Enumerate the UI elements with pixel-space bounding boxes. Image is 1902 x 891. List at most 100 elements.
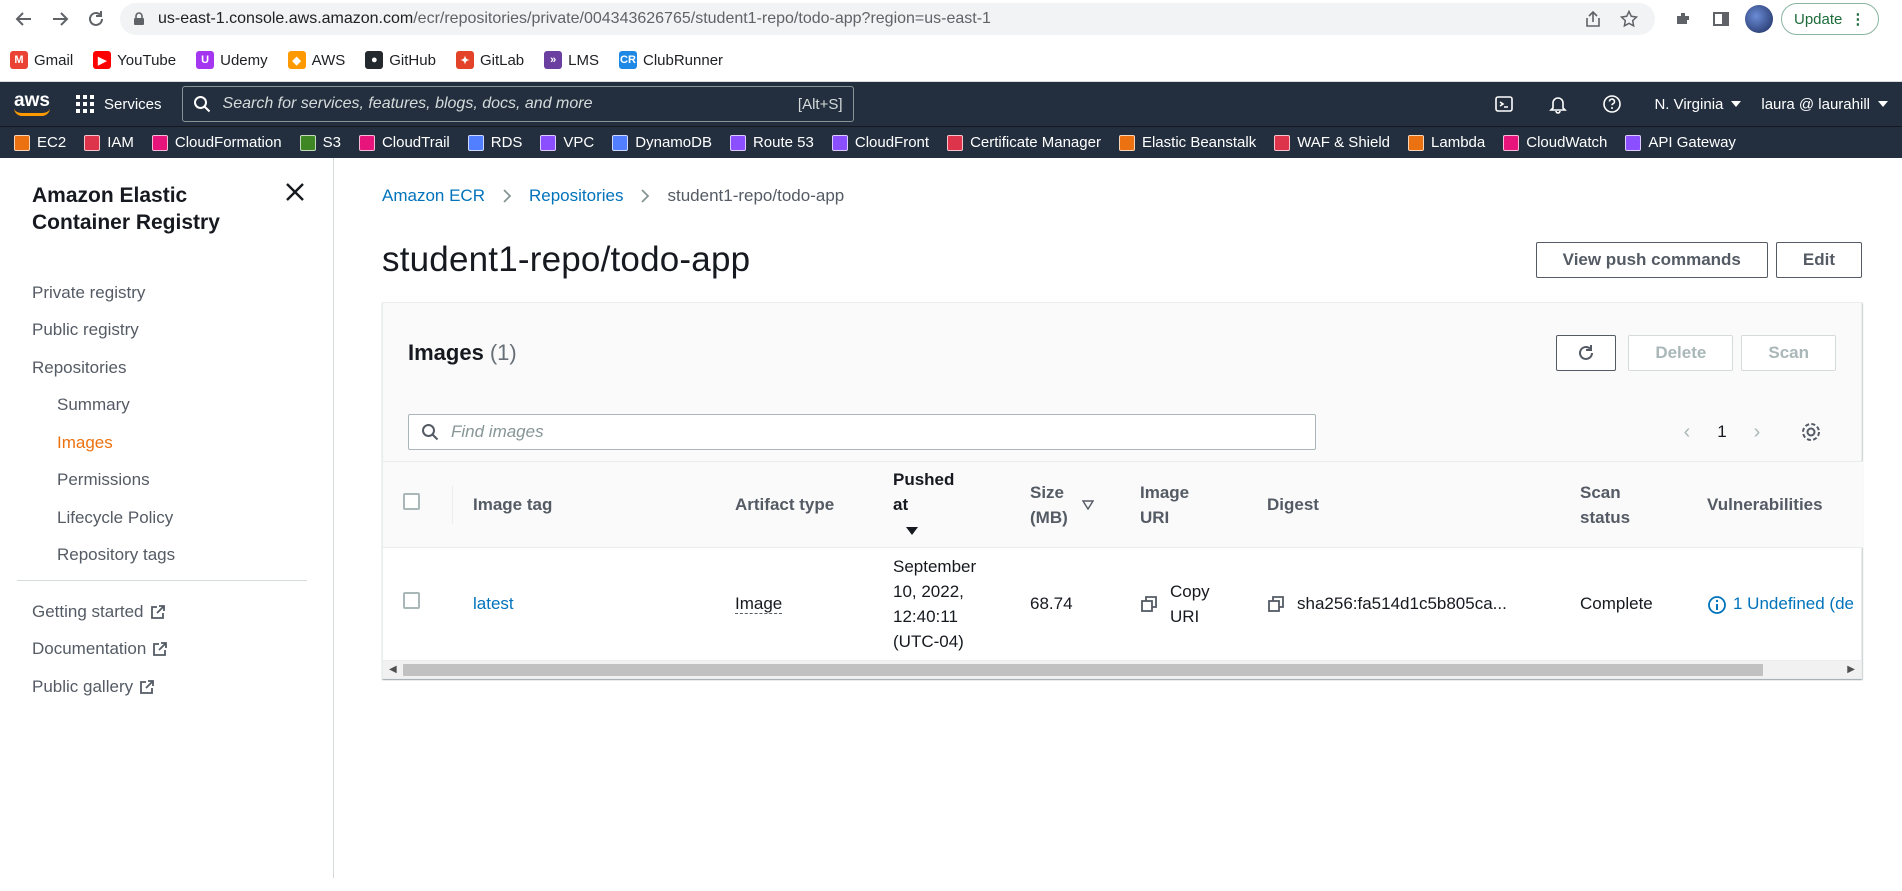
favorite-ec2[interactable]: EC2 <box>14 134 66 151</box>
refresh-icon <box>1579 345 1594 360</box>
sidebar-link-public-gallery[interactable]: Public gallery <box>0 668 333 706</box>
favorite-rds[interactable]: RDS <box>467 134 522 151</box>
cloudshell-icon[interactable] <box>1482 94 1526 114</box>
vulnerabilities-details-link[interactable]: (de <box>1829 594 1854 613</box>
edit-button[interactable]: Edit <box>1775 242 1862 278</box>
favorite-s3[interactable]: S3 <box>299 134 341 151</box>
col-vulnerabilities[interactable]: Vulnerabilities <box>1687 461 1863 548</box>
col-scan-status[interactable]: Scan status <box>1560 461 1687 548</box>
side-panel-icon[interactable] <box>1705 3 1737 35</box>
find-images-input[interactable]: Find images <box>408 414 1316 450</box>
pagination: ‹ 1 › <box>1672 421 1772 444</box>
aws-logo[interactable]: aws <box>14 89 56 119</box>
notifications-bell-icon[interactable] <box>1536 94 1580 114</box>
sidebar-item-images[interactable]: Images <box>0 424 333 462</box>
copy-icon <box>1141 595 1157 612</box>
sidebar-item-public-registry[interactable]: Public registry <box>0 312 333 350</box>
col-image-tag[interactable]: Image tag <box>453 461 715 548</box>
sidebar-link-getting-started[interactable]: Getting started <box>0 593 333 631</box>
bookmark-clubrunner[interactable]: CR ClubRunner <box>619 51 723 69</box>
pushed-at: September 10, 2022, 12:40:11 (UTC-04) <box>893 556 977 651</box>
sidebar-item-lifecycle-policy[interactable]: Lifecycle Policy <box>0 499 333 537</box>
sidebar-item-permissions[interactable]: Permissions <box>0 462 333 500</box>
services-menu[interactable]: Services <box>76 95 162 113</box>
scan-button[interactable]: Scan <box>1741 335 1836 371</box>
row-checkbox[interactable] <box>403 592 420 610</box>
images-table: Image tag Artifact type Pushed at Size (… <box>383 461 1863 660</box>
col-image-uri[interactable]: Image URI <box>1120 461 1247 548</box>
favorite-iam[interactable]: IAM <box>84 134 134 151</box>
scrollbar-thumb[interactable] <box>403 663 1763 676</box>
gmail-icon: M <box>10 51 28 69</box>
region-selector[interactable]: N. Virginia <box>1654 96 1742 113</box>
sidebar-link-documentation[interactable]: Documentation <box>0 631 333 669</box>
select-all-checkbox[interactable] <box>403 493 420 510</box>
sidebar-item-summary[interactable]: Summary <box>0 387 333 425</box>
vulnerabilities-link[interactable]: 1 Undefined <box>1733 594 1825 613</box>
delete-button[interactable]: Delete <box>1628 335 1734 371</box>
page-title: student1-repo/todo-app <box>382 240 751 279</box>
address-bar[interactable]: us-east-1.console.aws.amazon.com/ecr/rep… <box>120 3 1655 35</box>
bookmark-gitlab[interactable]: ✦ GitLab <box>455 51 524 69</box>
view-push-commands-button[interactable]: View push commands <box>1535 242 1768 278</box>
bookmark-lms[interactable]: » LMS <box>544 51 599 69</box>
forward-icon[interactable] <box>44 3 76 35</box>
sidebar-item-repository-tags[interactable]: Repository tags <box>0 537 333 575</box>
s3-service-icon <box>299 134 316 151</box>
help-icon[interactable] <box>1590 94 1634 114</box>
col-artifact-type[interactable]: Artifact type <box>715 461 873 548</box>
col-digest[interactable]: Digest <box>1247 461 1560 548</box>
favorite-vpc[interactable]: VPC <box>540 134 594 151</box>
favorite-cloudformation[interactable]: CloudFormation <box>151 134 282 151</box>
reload-icon[interactable] <box>80 3 112 35</box>
bookmark-youtube[interactable]: ▶ YouTube <box>93 51 176 69</box>
profile-avatar[interactable] <box>1745 5 1773 33</box>
sidebar-item-private-registry[interactable]: Private registry <box>0 274 333 312</box>
chevron-left-icon[interactable]: ‹ <box>1672 421 1702 444</box>
favorite-route-53[interactable]: Route 53 <box>729 134 814 151</box>
extensions-icon[interactable] <box>1667 3 1699 35</box>
back-icon[interactable] <box>8 3 40 35</box>
image-tag-link[interactable]: latest <box>473 594 514 613</box>
breadcrumb-amazon-ecr[interactable]: Amazon ECR <box>382 186 485 206</box>
favorite-cloudwatch[interactable]: CloudWatch <box>1503 134 1607 151</box>
page-number[interactable]: 1 <box>1702 422 1742 442</box>
account-menu[interactable]: laura @ laurahill <box>1761 96 1888 113</box>
bookmark-udemy[interactable]: U Udemy <box>196 51 268 69</box>
bookmark-gmail[interactable]: M Gmail <box>10 51 73 69</box>
chevron-right-icon <box>502 188 512 204</box>
update-button[interactable]: Update ⋮ <box>1781 3 1880 35</box>
scroll-right-icon[interactable]: ▶ <box>1847 664 1855 675</box>
favorite-api-gateway[interactable]: API Gateway <box>1625 134 1736 151</box>
favorite-cloudtrail[interactable]: CloudTrail <box>358 134 450 151</box>
bookmark-star-icon[interactable] <box>1615 5 1643 33</box>
col-size[interactable]: Size (MB) <box>1010 461 1120 548</box>
iam-service-icon <box>84 134 101 151</box>
close-icon[interactable] <box>283 180 307 204</box>
favorite-elastic-beanstalk[interactable]: Elastic Beanstalk <box>1118 134 1256 151</box>
ec2-service-icon <box>14 134 30 151</box>
copy-uri-button[interactable]: Copy URI <box>1140 579 1227 629</box>
gear-icon[interactable] <box>1800 421 1822 443</box>
favorite-lambda[interactable]: Lambda <box>1408 134 1485 151</box>
horizontal-scrollbar[interactable]: ◀ ▶ <box>383 659 1861 678</box>
favorite-cloudfront[interactable]: CloudFront <box>831 134 929 151</box>
breadcrumb-repositories[interactable]: Repositories <box>529 186 624 206</box>
sidebar-item-repositories[interactable]: Repositories <box>0 349 333 387</box>
aws-search-input[interactable]: Search for services, features, blogs, do… <box>181 86 854 122</box>
sort-icon <box>1082 499 1094 510</box>
artifact-type[interactable]: Image <box>735 594 783 615</box>
scroll-left-icon[interactable]: ◀ <box>389 664 397 675</box>
favorite-dynamodb[interactable]: DynamoDB <box>612 134 712 151</box>
refresh-button[interactable] <box>1556 335 1617 371</box>
bookmark-aws[interactable]: ◆ AWS <box>287 51 345 69</box>
favorite-waf-shield[interactable]: WAF & Shield <box>1274 134 1390 151</box>
copy-digest-button[interactable]: sha256:fa514d1c5b805ca... <box>1267 591 1540 616</box>
chevron-right-icon[interactable]: › <box>1742 421 1772 444</box>
images-panel: Images (1) Delete Scan Find images ‹ 1 ›… <box>382 302 1863 679</box>
dynamodb-service-icon <box>612 134 629 151</box>
bookmark-github[interactable]: ● GitHub <box>365 51 436 69</box>
favorite-certificate-manager[interactable]: Certificate Manager <box>947 134 1101 151</box>
col-pushed-at[interactable]: Pushed at <box>873 461 1010 548</box>
share-icon[interactable] <box>1579 5 1607 33</box>
